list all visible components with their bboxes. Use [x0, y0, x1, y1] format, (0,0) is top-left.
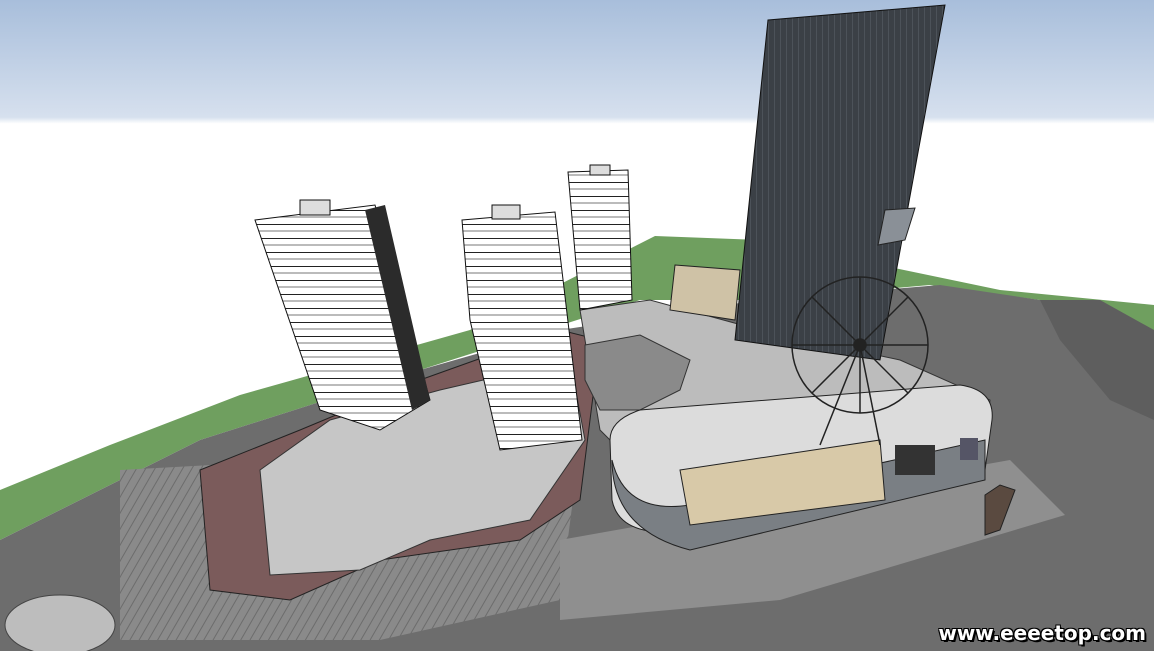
- office-podium: [669, 264, 741, 321]
- fountain: [4, 594, 116, 651]
- watermark: www.eeeetop.com: [938, 621, 1146, 645]
- architectural-scene: [0, 0, 1154, 651]
